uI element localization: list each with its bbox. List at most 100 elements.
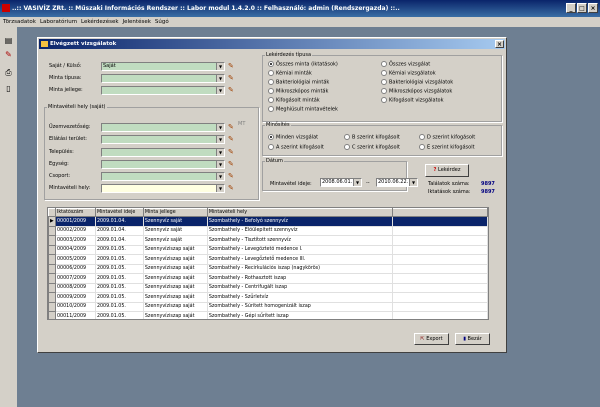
chevron-down-icon[interactable]: ▼ xyxy=(216,124,224,131)
radio-circle[interactable] xyxy=(344,144,350,150)
radio-circle[interactable] xyxy=(268,134,274,140)
radio-minden-vizsgalat[interactable]: Minden vizsgálat xyxy=(268,134,318,141)
row-indicator[interactable] xyxy=(48,282,56,293)
chevron-down-icon[interactable]: ▼ xyxy=(409,179,417,186)
chevron-down-icon[interactable]: ▼ xyxy=(353,179,361,186)
menu-laboratorium[interactable]: Laboratórium xyxy=(40,17,77,27)
uzemvezetoseg-combo[interactable]: ▼ xyxy=(101,123,225,132)
row-indicator[interactable] xyxy=(48,244,56,255)
table-row[interactable]: 00006/2009 2009.01.05. Szennyvíziszap sajá… xyxy=(48,263,488,274)
menu-torzsadatok[interactable]: Törzsadatok xyxy=(3,17,36,27)
chevron-down-icon[interactable]: ▼ xyxy=(216,149,224,156)
saját-kulso-combo[interactable]: Saját ▼ xyxy=(101,62,225,71)
close-window-button[interactable]: × xyxy=(588,3,598,13)
dialog-close-icon[interactable]: × xyxy=(495,40,504,48)
radio-circle[interactable] xyxy=(268,79,274,85)
edit-pen-icon[interactable]: ✎ xyxy=(228,62,237,71)
export-button[interactable]: ⇱ Export xyxy=(414,333,449,345)
table-row[interactable]: 00004/2009 2009.01.05. Szennyvíziszap sajá… xyxy=(48,244,488,255)
col-header-mintavetel-ideje[interactable]: Mintavétel ideje xyxy=(94,208,144,217)
close-button[interactable]: ▮ Bezár xyxy=(455,333,490,345)
col-header-iktatoszam[interactable]: Iktatószám xyxy=(54,208,96,217)
col-header-minta-jellege[interactable]: Minta jellege xyxy=(142,208,208,217)
date-from-picker[interactable]: 2008.06.01. ▼ xyxy=(320,178,362,187)
radio-circle[interactable] xyxy=(381,70,387,76)
table-row[interactable]: 00005/2009 2009.01.05. Szennyvíziszap sajá… xyxy=(48,254,488,265)
radio-circle[interactable] xyxy=(268,97,274,103)
minta-tipusa-combo[interactable]: ▼ xyxy=(101,74,225,83)
table-row[interactable]: 00003/2009 2009.01.04. Szennyvíz saját Szom… xyxy=(48,235,488,246)
radio-kemiai-mintak[interactable]: Kémiai minták xyxy=(268,70,312,77)
row-pointer-icon[interactable]: ▶ xyxy=(48,216,56,227)
radio-circle[interactable] xyxy=(268,106,274,112)
mintaveteli-hely-combo[interactable]: ▼ xyxy=(101,184,225,193)
radio-circle[interactable] xyxy=(419,134,425,140)
table-row[interactable]: 00008/2009 2009.01.05. Szennyvíziszap sajá… xyxy=(48,282,488,293)
row-indicator[interactable] xyxy=(48,235,56,246)
chevron-down-icon[interactable]: ▼ xyxy=(216,161,224,168)
chevron-down-icon[interactable]: ▼ xyxy=(216,136,224,143)
chevron-down-icon[interactable]: ▼ xyxy=(216,87,224,94)
edit-pen-icon[interactable]: ✎ xyxy=(228,135,237,144)
chevron-down-icon[interactable]: ▼ xyxy=(216,63,224,70)
radio-bakt-mintak[interactable]: Bakteriológiai minták xyxy=(268,79,329,86)
menu-lekerdezesek[interactable]: Lekérdezések xyxy=(81,17,118,27)
edit-pen-icon[interactable]: ✎ xyxy=(228,160,237,169)
row-indicator[interactable] xyxy=(48,254,56,265)
table-row[interactable]: 00007/2009 2009.01.05. Szennyvíziszap sajá… xyxy=(48,273,488,284)
table-row[interactable]: 00010/2009 2009.01.05. Szennyvíziszap sajá… xyxy=(48,301,488,312)
radio-a-kifogasolt[interactable]: A szerint kifogásolt xyxy=(268,144,324,151)
maximize-button[interactable]: □ xyxy=(577,3,587,13)
csoport-combo[interactable]: ▼ xyxy=(101,172,225,181)
radio-kemiai-vizsgalatok[interactable]: Kémiai vizsgálatok xyxy=(381,70,436,77)
radio-circle[interactable] xyxy=(381,88,387,94)
row-indicator[interactable] xyxy=(48,301,56,312)
edit-pen-icon[interactable]: ✎ xyxy=(228,123,237,132)
minimize-button[interactable]: _ xyxy=(566,3,576,13)
row-indicator[interactable] xyxy=(48,263,56,274)
col-header-mintaveteli-hely[interactable]: Mintavételi hely xyxy=(206,208,394,217)
radio-circle[interactable] xyxy=(268,144,274,150)
radio-circle[interactable] xyxy=(344,134,350,140)
table-row[interactable]: 00011/2009 2009.01.05. Szennyvíziszap sajá… xyxy=(48,311,488,319)
page-icon[interactable]: ▯ xyxy=(3,83,14,94)
table-row[interactable]: 00002/2009 2009.01.04. Szennyvíz saját Szom… xyxy=(48,225,488,236)
radio-osszes-vizsgalat[interactable]: Összes vizsgálat xyxy=(381,61,430,68)
radio-e-kifogasolt[interactable]: E szerint kifogásolt xyxy=(419,144,475,151)
table-row[interactable]: 00009/2009 2009.01.05. Szennyvíziszap sajá… xyxy=(48,292,488,303)
edit-pen-icon[interactable]: ✎ xyxy=(228,86,237,95)
radio-c-kifogasolt[interactable]: C szerint kifogásolt xyxy=(344,144,400,151)
egyseg-combo[interactable]: ▼ xyxy=(101,160,225,169)
print-icon[interactable]: ⎙ xyxy=(3,67,14,78)
edit-pen-icon[interactable]: ✎ xyxy=(228,74,237,83)
chevron-down-icon[interactable]: ▼ xyxy=(216,75,224,82)
radio-mikro-vizsgalatok[interactable]: Mikroszkópos vizsgálatok xyxy=(381,88,452,95)
document-icon[interactable]: ▤ xyxy=(3,35,14,46)
edit-pen-icon[interactable]: ✎ xyxy=(228,184,237,193)
radio-circle[interactable] xyxy=(268,70,274,76)
query-button[interactable]: ? Lekérdez xyxy=(425,164,469,177)
radio-circle[interactable] xyxy=(381,79,387,85)
radio-d-kifogasolt[interactable]: D szerint kifogásolt xyxy=(419,134,475,141)
date-to-picker[interactable]: 2010.06.22. ▼ xyxy=(376,178,418,187)
radio-kifogasolt-vizsgalatok[interactable]: Kifogásolt vizsgálatok xyxy=(381,97,444,104)
minta-jellege-combo[interactable]: ▼ xyxy=(101,86,225,95)
results-table[interactable]: Iktatószám Mintavétel ideje Minta jelleg… xyxy=(47,207,489,320)
telepules-combo[interactable]: ▼ xyxy=(101,148,225,157)
radio-circle[interactable] xyxy=(268,61,274,67)
radio-osszes-minta[interactable]: Összes minta (iktatások) xyxy=(268,61,338,68)
radio-kifogasolt-mintak[interactable]: Kifogásolt minták xyxy=(268,97,320,104)
radio-circle[interactable] xyxy=(419,144,425,150)
chevron-down-icon[interactable]: ▼ xyxy=(216,173,224,180)
row-indicator[interactable] xyxy=(48,225,56,236)
table-row[interactable]: ▶ 00001/2009 2009.01.04. Szennyvíz saját Szo… xyxy=(48,216,488,227)
ellatasi-terulet-combo[interactable]: ▼ xyxy=(101,135,225,144)
row-indicator[interactable] xyxy=(48,292,56,303)
menu-jelentesek[interactable]: Jelentések xyxy=(123,17,151,27)
edit-icon[interactable]: ✎ xyxy=(3,49,14,60)
menu-sugo[interactable]: Súgó xyxy=(155,17,169,27)
edit-pen-icon[interactable]: ✎ xyxy=(228,172,237,181)
row-indicator[interactable] xyxy=(48,273,56,284)
radio-circle[interactable] xyxy=(268,88,274,94)
radio-circle[interactable] xyxy=(381,61,387,67)
